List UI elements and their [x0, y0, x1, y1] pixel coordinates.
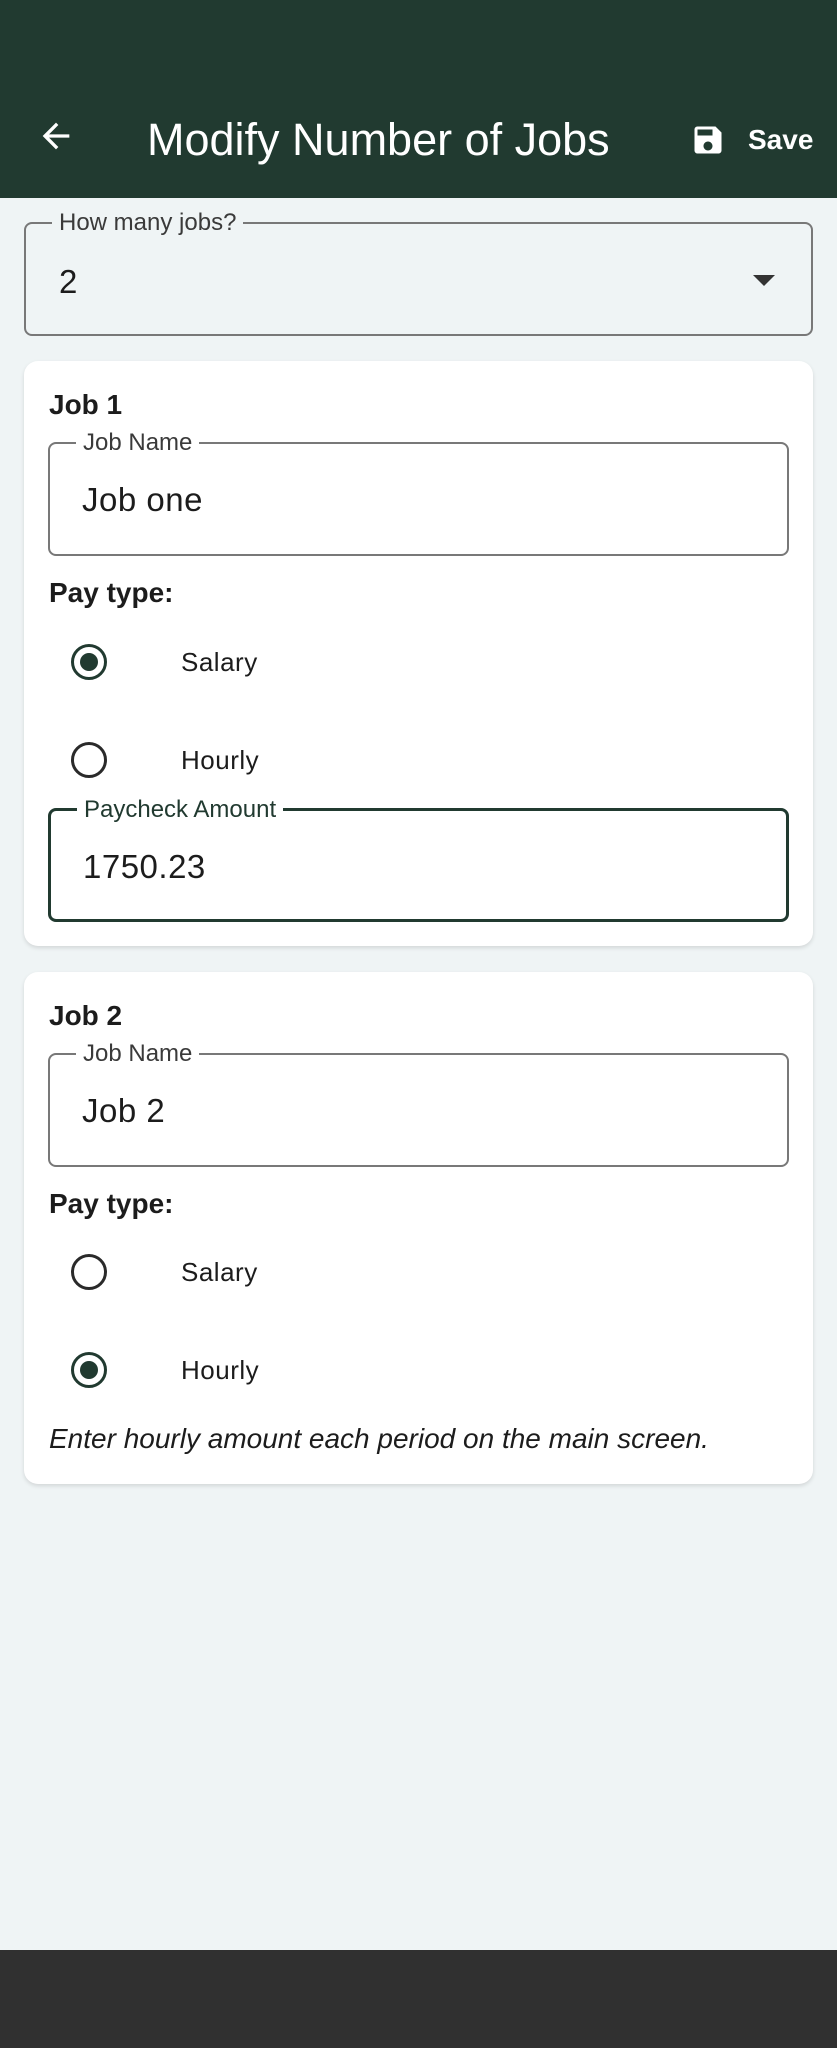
hourly-label: Hourly — [181, 745, 260, 775]
hourly-note: Enter hourly amount each period on the m… — [49, 1423, 709, 1454]
pay-type-hourly-radio[interactable]: Hourly — [71, 1348, 259, 1392]
job-card-2: Job 2 Job Name Job 2 Pay type: Salary Ho… — [24, 972, 813, 1484]
job-name-value: Job 2 — [82, 1092, 166, 1129]
radio-unchecked-icon — [71, 742, 107, 778]
page-title: Modify Number of Jobs — [147, 114, 610, 165]
salary-label: Salary — [181, 1257, 258, 1287]
pay-type-hourly-radio[interactable]: Hourly — [71, 738, 259, 782]
pay-type-label: Pay type: — [49, 1188, 174, 1219]
job-heading: Job 1 — [49, 389, 123, 420]
radio-checked-icon — [71, 644, 107, 680]
jobs-count-value: 2 — [59, 263, 78, 300]
save-button[interactable]: Save — [690, 120, 813, 160]
back-button[interactable] — [36, 116, 76, 156]
radio-unchecked-icon — [71, 1254, 107, 1290]
job-name-field[interactable]: Job Name Job 2 — [48, 1040, 789, 1167]
job-name-field[interactable]: Job Name Job one — [48, 429, 789, 556]
jobs-count-label: How many jobs? — [52, 209, 244, 237]
pay-type-salary-radio[interactable]: Salary — [71, 1250, 258, 1294]
job-name-value: Job one — [82, 481, 203, 518]
salary-label: Salary — [181, 647, 258, 677]
floppy-disk-icon — [694, 126, 722, 154]
jobs-count-select[interactable]: How many jobs? 2 — [24, 209, 813, 336]
system-navigation-bar — [0, 1950, 837, 2048]
paycheck-amount-label: Paycheck Amount — [77, 796, 284, 824]
hourly-label: Hourly — [181, 1355, 260, 1385]
pay-type-label: Pay type: — [49, 577, 174, 608]
job-name-label: Job Name — [76, 1040, 200, 1068]
dropdown-arrow-icon — [753, 275, 775, 286]
app-bar: Modify Number of Jobs Save — [0, 0, 837, 198]
job-name-label: Job Name — [76, 429, 200, 457]
arrow-left-icon — [42, 122, 70, 150]
paycheck-amount-value: 1750.23 — [83, 848, 206, 885]
job-card-1: Job 1 Job Name Job one Pay type: Salary … — [24, 361, 813, 946]
job-heading: Job 2 — [49, 1000, 123, 1031]
radio-checked-icon — [71, 1352, 107, 1388]
paycheck-amount-field[interactable]: Paycheck Amount 1750.23 — [48, 796, 789, 922]
save-label: Save — [748, 124, 814, 155]
pay-type-salary-radio[interactable]: Salary — [71, 640, 258, 684]
